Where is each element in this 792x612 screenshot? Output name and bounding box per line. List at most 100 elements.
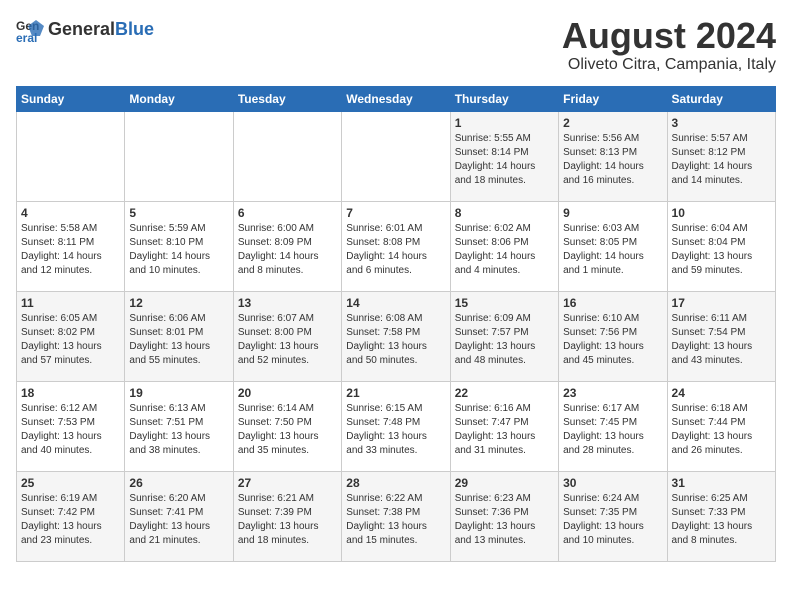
weekday-header-wednesday: Wednesday: [342, 86, 450, 111]
calendar-cell: 30 Sunrise: 6:24 AM Sunset: 7:35 PM Dayli…: [559, 471, 667, 561]
day-number: 1: [455, 116, 554, 130]
calendar-week-row: 4Sunrise: 5:58 AM Sunset: 8:11 PM Daylig…: [17, 201, 776, 291]
day-number: 6: [238, 206, 337, 220]
day-number: 5: [129, 206, 228, 220]
calendar-cell: 7 Sunrise: 6:01 AM Sunset: 8:08 PM Daylig…: [342, 201, 450, 291]
calendar-cell: 3 Sunrise: 5:57 AM Sunset: 8:12 PM Daylig…: [667, 111, 775, 201]
day-info: Sunrise: 6:10 AM Sunset: 7:56 PM Dayligh…: [563, 312, 662, 368]
day-number: 12: [129, 296, 228, 310]
calendar-cell: [233, 111, 341, 201]
day-info: Sunrise: 6:24 AM Sunset: 7:35 PM Dayligh…: [563, 492, 662, 548]
day-number: 3: [672, 116, 771, 130]
weekday-header-friday: Friday: [559, 86, 667, 111]
day-info: Sunrise: 6:23 AM Sunset: 7:36 PM Dayligh…: [455, 492, 554, 548]
day-info: Sunrise: 6:25 AM Sunset: 7:33 PM Dayligh…: [672, 492, 771, 548]
day-number: 8: [455, 206, 554, 220]
day-info: Sunrise: 5:55 AM Sunset: 8:14 PM Dayligh…: [455, 132, 554, 188]
calendar-week-row: 18 Sunrise: 6:12 AM Sunset: 7:53 PM Dayli…: [17, 381, 776, 471]
page-header: Gen eral GeneralBlue August 2024 Oliveto…: [16, 16, 776, 74]
calendar-cell: 28 Sunrise: 6:22 AM Sunset: 7:38 PM Dayli…: [342, 471, 450, 561]
day-info: Sunrise: 6:21 AM Sunset: 7:39 PM Dayligh…: [238, 492, 337, 548]
logo: Gen eral GeneralBlue: [16, 16, 154, 44]
day-number: 19: [129, 386, 228, 400]
weekday-header-monday: Monday: [125, 86, 233, 111]
day-number: 28: [346, 476, 445, 490]
day-info: Sunrise: 6:15 AM Sunset: 7:48 PM Dayligh…: [346, 402, 445, 458]
day-number: 30: [563, 476, 662, 490]
day-number: 18: [21, 386, 120, 400]
day-number: 10: [672, 206, 771, 220]
day-number: 26: [129, 476, 228, 490]
calendar-cell: 5Sunrise: 5:59 AM Sunset: 8:10 PM Daylig…: [125, 201, 233, 291]
calendar-cell: 25 Sunrise: 6:19 AM Sunset: 7:42 PM Dayli…: [17, 471, 125, 561]
day-number: 21: [346, 386, 445, 400]
calendar-table: SundayMondayTuesdayWednesdayThursdayFrid…: [16, 86, 776, 562]
day-number: 16: [563, 296, 662, 310]
day-number: 7: [346, 206, 445, 220]
day-info: Sunrise: 6:06 AM Sunset: 8:01 PM Dayligh…: [129, 312, 228, 368]
calendar-cell: 11Sunrise: 6:05 AM Sunset: 8:02 PM Dayli…: [17, 291, 125, 381]
calendar-cell: 4Sunrise: 5:58 AM Sunset: 8:11 PM Daylig…: [17, 201, 125, 291]
calendar-cell: 22Sunrise: 6:16 AM Sunset: 7:47 PM Dayli…: [450, 381, 558, 471]
day-info: Sunrise: 6:14 AM Sunset: 7:50 PM Dayligh…: [238, 402, 337, 458]
day-number: 25: [21, 476, 120, 490]
day-info: Sunrise: 6:09 AM Sunset: 7:57 PM Dayligh…: [455, 312, 554, 368]
weekday-header-sunday: Sunday: [17, 86, 125, 111]
calendar-cell: 24Sunrise: 6:18 AM Sunset: 7:44 PM Dayli…: [667, 381, 775, 471]
calendar-cell: 29 Sunrise: 6:23 AM Sunset: 7:36 PM Dayli…: [450, 471, 558, 561]
day-number: 20: [238, 386, 337, 400]
calendar-cell: 13Sunrise: 6:07 AM Sunset: 8:00 PM Dayli…: [233, 291, 341, 381]
day-number: 27: [238, 476, 337, 490]
calendar-cell: [125, 111, 233, 201]
calendar-cell: 8 Sunrise: 6:02 AM Sunset: 8:06 PM Daylig…: [450, 201, 558, 291]
day-info: Sunrise: 6:12 AM Sunset: 7:53 PM Dayligh…: [21, 402, 120, 458]
calendar-cell: 31Sunrise: 6:25 AM Sunset: 7:33 PM Dayli…: [667, 471, 775, 561]
day-info: Sunrise: 6:16 AM Sunset: 7:47 PM Dayligh…: [455, 402, 554, 458]
calendar-week-row: 1 Sunrise: 5:55 AM Sunset: 8:14 PM Daylig…: [17, 111, 776, 201]
calendar-cell: 21 Sunrise: 6:15 AM Sunset: 7:48 PM Dayli…: [342, 381, 450, 471]
day-info: Sunrise: 6:20 AM Sunset: 7:41 PM Dayligh…: [129, 492, 228, 548]
calendar-cell: 16 Sunrise: 6:10 AM Sunset: 7:56 PM Dayli…: [559, 291, 667, 381]
calendar-subtitle: Oliveto Citra, Campania, Italy: [562, 56, 776, 74]
day-info: Sunrise: 6:08 AM Sunset: 7:58 PM Dayligh…: [346, 312, 445, 368]
calendar-cell: 10Sunrise: 6:04 AM Sunset: 8:04 PM Dayli…: [667, 201, 775, 291]
day-info: Sunrise: 6:01 AM Sunset: 8:08 PM Dayligh…: [346, 222, 445, 278]
day-number: 13: [238, 296, 337, 310]
weekday-header-thursday: Thursday: [450, 86, 558, 111]
calendar-cell: 6 Sunrise: 6:00 AM Sunset: 8:09 PM Daylig…: [233, 201, 341, 291]
day-info: Sunrise: 5:57 AM Sunset: 8:12 PM Dayligh…: [672, 132, 771, 188]
calendar-cell: 15 Sunrise: 6:09 AM Sunset: 7:57 PM Dayli…: [450, 291, 558, 381]
weekday-header-saturday: Saturday: [667, 86, 775, 111]
calendar-cell: 26 Sunrise: 6:20 AM Sunset: 7:41 PM Dayli…: [125, 471, 233, 561]
weekday-header-tuesday: Tuesday: [233, 86, 341, 111]
calendar-cell: 1 Sunrise: 5:55 AM Sunset: 8:14 PM Daylig…: [450, 111, 558, 201]
day-info: Sunrise: 6:00 AM Sunset: 8:09 PM Dayligh…: [238, 222, 337, 278]
calendar-cell: 12 Sunrise: 6:06 AM Sunset: 8:01 PM Dayli…: [125, 291, 233, 381]
day-number: 9: [563, 206, 662, 220]
calendar-cell: [17, 111, 125, 201]
day-number: 17: [672, 296, 771, 310]
logo-blue-text: Blue: [115, 19, 154, 39]
day-info: Sunrise: 6:22 AM Sunset: 7:38 PM Dayligh…: [346, 492, 445, 548]
day-info: Sunrise: 6:02 AM Sunset: 8:06 PM Dayligh…: [455, 222, 554, 278]
calendar-cell: 18 Sunrise: 6:12 AM Sunset: 7:53 PM Dayli…: [17, 381, 125, 471]
calendar-cell: 17Sunrise: 6:11 AM Sunset: 7:54 PM Dayli…: [667, 291, 775, 381]
day-info: Sunrise: 6:17 AM Sunset: 7:45 PM Dayligh…: [563, 402, 662, 458]
day-number: 29: [455, 476, 554, 490]
day-number: 15: [455, 296, 554, 310]
day-info: Sunrise: 6:19 AM Sunset: 7:42 PM Dayligh…: [21, 492, 120, 548]
day-info: Sunrise: 6:18 AM Sunset: 7:44 PM Dayligh…: [672, 402, 771, 458]
title-block: August 2024 Oliveto Citra, Campania, Ita…: [562, 16, 776, 74]
day-number: 23: [563, 386, 662, 400]
day-number: 11: [21, 296, 120, 310]
calendar-week-row: 11Sunrise: 6:05 AM Sunset: 8:02 PM Dayli…: [17, 291, 776, 381]
calendar-cell: 27 Sunrise: 6:21 AM Sunset: 7:39 PM Dayli…: [233, 471, 341, 561]
calendar-week-row: 25 Sunrise: 6:19 AM Sunset: 7:42 PM Dayli…: [17, 471, 776, 561]
day-info: Sunrise: 5:58 AM Sunset: 8:11 PM Dayligh…: [21, 222, 120, 278]
weekday-header-row: SundayMondayTuesdayWednesdayThursdayFrid…: [17, 86, 776, 111]
calendar-cell: 14Sunrise: 6:08 AM Sunset: 7:58 PM Dayli…: [342, 291, 450, 381]
calendar-cell: 20 Sunrise: 6:14 AM Sunset: 7:50 PM Dayli…: [233, 381, 341, 471]
calendar-cell: [342, 111, 450, 201]
day-info: Sunrise: 6:03 AM Sunset: 8:05 PM Dayligh…: [563, 222, 662, 278]
day-info: Sunrise: 5:56 AM Sunset: 8:13 PM Dayligh…: [563, 132, 662, 188]
